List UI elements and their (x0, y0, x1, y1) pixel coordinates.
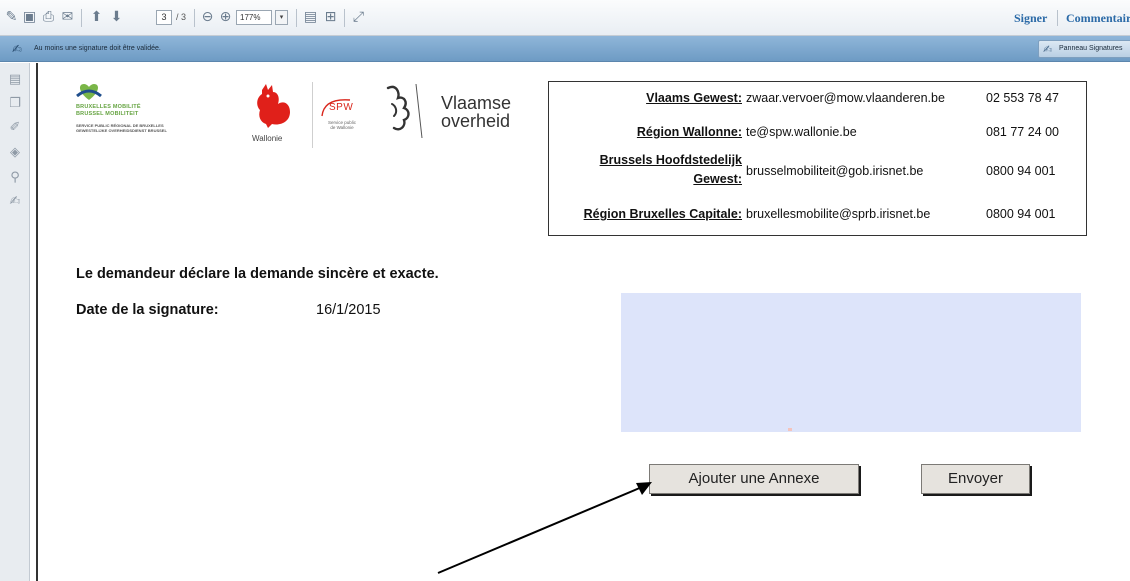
page-number-input[interactable]: 3 (156, 10, 172, 25)
zoom-input[interactable]: 177% (236, 10, 272, 25)
layers-icon[interactable]: ◈ (7, 145, 23, 161)
annotation-arrow-icon (437, 482, 652, 574)
pdf-toolbar: ✎ ▣ ⎙ ✉ ⬆ ⬇ 3 / 3 ⊖ ⊕ 177% ▾ ▤ ⊞ ⤢ Signe… (0, 0, 1130, 36)
signature-date-label: Date de la signature: (76, 302, 219, 318)
toolbar-separator (296, 9, 297, 27)
signature-date-value: 16/1/2015 (316, 302, 381, 318)
vlaamse-text-line: overheid (441, 111, 511, 131)
wallonie-rooster-icon (257, 84, 290, 128)
contact-email: bruxellesmobilite@sprb.irisnet.be (746, 207, 931, 221)
contact-region: Région Bruxelles Capitale: (583, 207, 742, 221)
save-icon[interactable]: ▣ (21, 9, 38, 26)
contact-region: Région Wallonne: (636, 125, 742, 139)
signature-panel-label: Panneau Signatures (1059, 45, 1123, 52)
logo-text-line: BRUXELLES MOBILITÉ (76, 104, 141, 110)
binoculars-icon[interactable]: ⚲ (7, 170, 23, 186)
vlaamse-text-line: Vlaamse (441, 93, 512, 113)
contact-email: zwaar.vervoer@mow.vlaanderen.be (746, 91, 945, 105)
logo-subtext-line: GEWESTELIJKE OVERHEIDSDIENST BRUSSEL (76, 128, 167, 133)
signature-field[interactable] (621, 293, 1081, 432)
sign-link[interactable]: Signer (1014, 11, 1047, 26)
toolbar-separator (81, 9, 82, 27)
page-up-icon[interactable]: ⬆ (88, 9, 105, 26)
signature-info-bar: ✍ Au moins une signature doit être valid… (0, 36, 1130, 62)
logo-text-line: BRUSSEL MOBILITEIT (76, 111, 139, 117)
spw-subtitle-line: de Wallonie (330, 125, 354, 130)
spw-subtitle: Service public de Wallonie (322, 120, 362, 130)
toolbar-separator (344, 9, 345, 27)
spw-logo-text: SPW (329, 102, 354, 113)
page-thumbnails-icon[interactable]: ▤ (7, 72, 23, 88)
zoom-dropdown-icon[interactable]: ▾ (275, 10, 288, 25)
signatures-icon[interactable]: ✍ (7, 194, 23, 210)
print-icon[interactable]: ⎙ (40, 9, 57, 26)
bruxelles-mobilite-logo-icon (76, 84, 102, 100)
signature-pen-icon: ✍ (12, 42, 23, 56)
page-down-icon[interactable]: ⬇ (108, 9, 125, 26)
header-logos: BRUXELLES MOBILITÉ BRUSSEL MOBILITEIT SE… (76, 82, 536, 162)
logo-divider (312, 82, 313, 148)
contact-phone: 0800 94 001 (986, 207, 1056, 221)
add-annex-button[interactable]: Ajouter une Annexe (649, 464, 859, 494)
toolbar-separator (1057, 10, 1058, 26)
zoom-in-icon[interactable]: ⊕ (217, 9, 234, 26)
comment-link[interactable]: Commentaire (1066, 11, 1130, 26)
contact-table: Vlaams Gewest: zwaar.vervoer@mow.vlaande… (548, 81, 1087, 236)
email-icon[interactable]: ✉ (59, 9, 76, 26)
contact-region: Vlaams Gewest: (646, 91, 742, 105)
contact-email: te@spw.wallonie.be (746, 125, 857, 139)
toolbar-separator (194, 9, 195, 27)
navigation-pane: ▤ ❐ ✐ ◈ ⚲ ✍ (0, 63, 30, 581)
contact-region: Brussels Hoofdstedelijk (599, 153, 742, 167)
vlaamse-overheid-lion-icon (386, 83, 423, 139)
wallonie-label: Wallonie (252, 134, 283, 143)
contact-region: Gewest: (693, 172, 742, 186)
page-border (36, 63, 38, 581)
signature-message: Au moins une signature doit être validée… (34, 45, 161, 52)
attachment-icon[interactable]: ✐ (7, 120, 23, 136)
bruxelles-mobilite-text: BRUXELLES MOBILITÉ BRUSSEL MOBILITEIT (76, 104, 141, 118)
fit-page-icon[interactable]: ▤ (302, 9, 319, 26)
bruxelles-mobilite-subtext: SERVICE PUBLIC RÉGIONAL DE BRUXELLES GEW… (76, 123, 167, 133)
signature-field-marker (788, 428, 792, 431)
pages-icon[interactable]: ❐ (7, 96, 23, 112)
contact-email: brusselmobiliteit@gob.irisnet.be (746, 164, 924, 178)
expand-icon[interactable]: ⤢ (350, 9, 367, 26)
signature-panel-button[interactable]: ✍ Panneau Signatures (1038, 40, 1130, 58)
contact-phone: 0800 94 001 (986, 164, 1056, 178)
edit-icon[interactable]: ✎ (3, 9, 20, 26)
fit-width-icon[interactable]: ⊞ (322, 9, 339, 26)
zoom-out-icon[interactable]: ⊖ (199, 9, 216, 26)
page-total: / 3 (176, 12, 187, 22)
signature-icon: ✍ (1043, 43, 1053, 56)
contact-phone: 081 77 24 00 (986, 125, 1059, 139)
send-button[interactable]: Envoyer (921, 464, 1030, 494)
declaration-text: Le demandeur déclare la demande sincère … (76, 266, 439, 282)
vlaamse-overheid-text: Vlaamse overheid (441, 94, 511, 130)
contact-phone: 02 553 78 47 (986, 91, 1059, 105)
